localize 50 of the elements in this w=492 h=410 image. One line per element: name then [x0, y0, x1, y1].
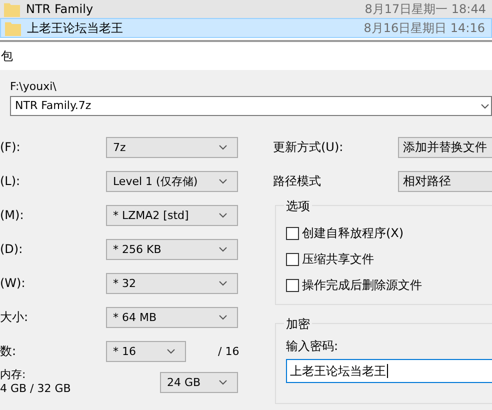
dropdown[interactable]: 相对路径	[398, 170, 492, 192]
file-date: 8月16日星期日 14:16	[364, 20, 485, 36]
file-row[interactable]: NTR Family 8月17日星期一 18:44	[0, 0, 492, 18]
file-name: NTR Family	[26, 2, 94, 16]
password-label: 输入密码:	[286, 338, 340, 355]
dropdown[interactable]: 7z	[106, 136, 238, 158]
password-field[interactable]: 上老王论坛当老王	[286, 359, 492, 383]
thread-count: / 16	[218, 344, 240, 358]
checkbox-label: 压缩共享文件	[302, 250, 374, 268]
checkbox[interactable]	[286, 252, 299, 266]
checkbox[interactable]	[286, 226, 299, 240]
chevron-down-icon	[219, 314, 227, 320]
dropdown[interactable]: * 256 KB	[106, 238, 238, 260]
memory-dropdown[interactable]: 24 GB	[160, 372, 238, 392]
field-label: (L):	[0, 174, 22, 188]
chevron-down-icon	[219, 178, 227, 184]
archive-combo[interactable]: NTR Family.7z	[10, 96, 492, 116]
field-label: (D):	[0, 242, 24, 256]
memory-usage: 4 GB / 32 GB	[0, 382, 72, 396]
field-label: 大小:	[0, 308, 30, 326]
dialog-title: 包	[0, 42, 492, 70]
field-label: 更新方式(U):	[273, 138, 344, 156]
dropdown[interactable]: * 32	[106, 272, 238, 294]
chevron-down-icon	[219, 246, 227, 252]
chevron-down-icon	[219, 144, 227, 150]
field-label: (F):	[0, 140, 22, 154]
field-label: 路径模式	[273, 172, 322, 190]
chevron-down-icon	[219, 380, 227, 384]
path-label: F:\youxi\	[10, 80, 58, 95]
checkbox[interactable]	[286, 278, 299, 292]
field-label: 数:	[0, 342, 18, 360]
dropdown[interactable]: * LZMA2 [std]	[106, 204, 238, 226]
dropdown[interactable]: * 16	[106, 340, 186, 362]
dropdown[interactable]: 添加并替换文件	[398, 136, 492, 158]
chevron-down-icon	[219, 280, 227, 286]
file-row[interactable]: 上老王论坛当老王 8月16日星期日 14:16	[0, 18, 492, 38]
field-label: (W):	[0, 276, 26, 290]
checkbox-label: 操作完成后删除源文件	[302, 276, 422, 294]
chevron-down-icon	[219, 212, 227, 218]
chevron-down-icon	[167, 348, 175, 354]
file-date: 8月17日星期一 18:44	[364, 0, 486, 18]
dropdown[interactable]: Level 1 (仅存储)	[106, 170, 238, 192]
chevron-down-icon	[481, 104, 489, 109]
field-label: (M):	[0, 208, 25, 222]
checkbox-label: 创建自释放程序(X)	[302, 224, 404, 242]
file-name: 上老王论坛当老王	[27, 20, 124, 36]
dropdown[interactable]: * 64 MB	[106, 306, 238, 328]
group-title: 选项	[284, 198, 312, 215]
folder-icon	[5, 20, 21, 36]
memory-label: 内存:	[0, 368, 27, 382]
